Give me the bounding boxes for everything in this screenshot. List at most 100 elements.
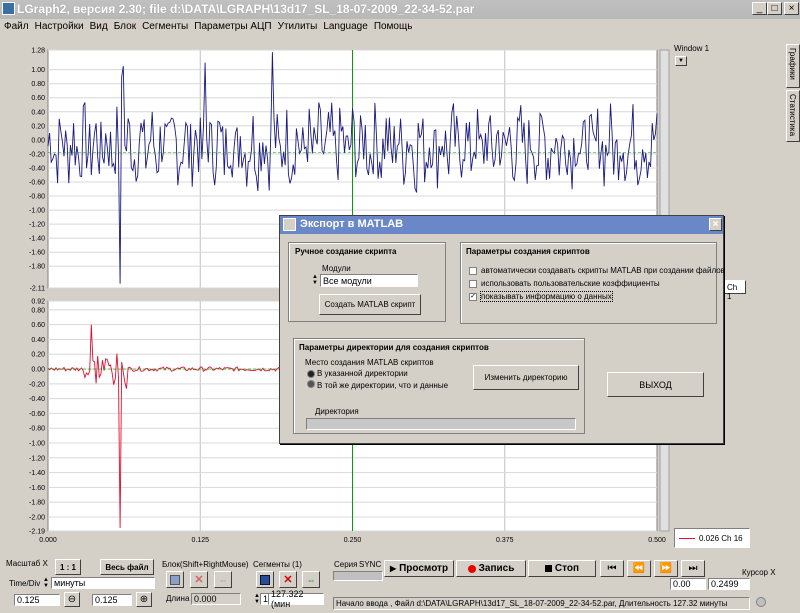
channel-1-label[interactable]: Ch 1 — [724, 280, 746, 301]
y-tick-label-0: -1.00 — [29, 208, 45, 215]
segment-save-button[interactable] — [256, 571, 274, 588]
ratio-button[interactable]: 1 : 1 — [55, 559, 81, 575]
menu-item-1[interactable]: Настройки — [35, 21, 84, 32]
modules-field[interactable]: Все модули — [320, 274, 418, 287]
modules-label: Модули — [322, 264, 351, 273]
exit-button[interactable]: ВЫХОД — [607, 372, 704, 397]
user-coeffs-label: использовать пользовательские коэффициен… — [481, 279, 660, 288]
menu-item-7[interactable]: Language — [323, 21, 368, 32]
zoom-in-icon: ⊕ — [139, 594, 149, 605]
dialog-title-bar: Экспорт в MATLAB × — [280, 216, 723, 234]
tab-graphs-label: Графики — [788, 48, 797, 80]
last-button[interactable]: ⏭ — [681, 560, 705, 577]
change-directory-button[interactable]: Изменить директорию — [473, 365, 579, 390]
cursor-x-label: Курсор X — [742, 568, 776, 577]
window-dropdown-button[interactable]: ▼ — [675, 56, 687, 66]
play-icon: ▶ — [389, 564, 397, 573]
rewind-button[interactable]: ⏪ — [627, 560, 651, 577]
app-icon — [2, 2, 15, 15]
menu-item-2[interactable]: Вид — [90, 21, 108, 32]
params-group-title: Параметры создания скриптов — [466, 247, 590, 256]
length-label: Длина — [166, 594, 190, 603]
y-tick-label-1: 0.00 — [31, 367, 45, 374]
xmin-field[interactable]: 0.125 — [14, 594, 60, 606]
menu-item-3[interactable]: Блок — [114, 21, 136, 32]
record-button-label: Запись — [478, 563, 515, 574]
tab-statistics[interactable]: Статистика — [786, 90, 800, 142]
zoom-out-icon: ⊖ — [67, 594, 77, 605]
channel-1-text: Ch 1 — [727, 283, 738, 301]
radio-specified-dir[interactable] — [307, 370, 315, 378]
fit-icon: ⇔ — [218, 574, 228, 585]
series-slider[interactable] — [333, 571, 383, 581]
menu-item-0[interactable]: Файл — [4, 21, 29, 32]
minimize-button[interactable]: _ — [752, 2, 767, 15]
cursor-right-field[interactable]: 0.2499 — [708, 578, 750, 590]
y-tick-label-1: -1.20 — [29, 455, 45, 462]
timediv-spinner[interactable]: ▲ ▼ — [43, 577, 51, 589]
maximize-button[interactable]: □ — [767, 2, 782, 15]
record-button[interactable]: Запись — [456, 560, 526, 577]
modules-spinner[interactable]: ▲ ▼ — [312, 274, 320, 286]
cursor-left-field[interactable]: 0.00 — [670, 578, 706, 590]
stop-button[interactable]: Стоп — [528, 560, 596, 577]
y-tick-label-1: -1.60 — [29, 485, 45, 492]
show-info-checkbox[interactable]: ✓ — [469, 293, 477, 301]
zoom-out-button[interactable]: ⊖ — [64, 592, 80, 607]
y-tick-label-1: -2.19 — [29, 529, 45, 536]
xmax-field[interactable]: 0.125 — [92, 594, 132, 606]
y-tick-label-1: -0.20 — [29, 381, 45, 388]
segment-save-icon — [260, 574, 270, 585]
auto-create-checkbox[interactable] — [469, 267, 477, 275]
export-matlab-dialog: Экспорт в MATLAB × Ручное создание скрип… — [279, 215, 725, 444]
block-delete-button[interactable]: ✕ — [190, 571, 208, 588]
x-tick-label: 0.500 — [648, 537, 666, 544]
y-tick-label-0: 0.00 — [31, 137, 45, 144]
directory-label: Директория — [315, 407, 359, 416]
x-tick-label: 0.375 — [496, 537, 514, 544]
menu-item-5[interactable]: Параметры АЦП — [194, 21, 271, 32]
stop-button-label: Стоп — [554, 563, 580, 574]
create-matlab-script-button[interactable]: Создать MATLAB скрипт — [319, 294, 421, 315]
rewind-icon: ⏪ — [632, 563, 646, 574]
menu-item-6[interactable]: Утилиты — [278, 21, 318, 32]
y-tick-label-0: -0.80 — [29, 194, 45, 201]
window-label: Window 1 — [674, 44, 710, 53]
tab-statistics-label: Статистика — [788, 94, 797, 137]
radio-same-dir[interactable] — [307, 380, 315, 388]
y-tick-label-1: 0.20 — [31, 352, 45, 359]
y-tick-label-0: -1.60 — [29, 250, 45, 257]
dialog-icon — [283, 218, 296, 231]
segment-delete-button[interactable]: ✕ — [279, 571, 297, 588]
tab-graphs[interactable]: Графики — [786, 44, 800, 88]
view-button-label: Просмотр — [399, 563, 449, 574]
segment-fit-button[interactable]: ⇔ — [302, 571, 320, 588]
first-button[interactable]: ⏮ — [600, 560, 624, 577]
menu-item-8[interactable]: Помощь — [374, 21, 413, 32]
block-fit-button[interactable]: ⇔ — [214, 571, 232, 588]
segment-duration-field[interactable]: 127.322 (мин — [268, 589, 324, 609]
forward-icon: ⏩ — [659, 563, 673, 574]
y-tick-label-1: -1.00 — [29, 440, 45, 447]
place-label: Место создания MATLAB скриптов — [305, 358, 434, 367]
directory-field[interactable] — [306, 418, 576, 430]
user-coeffs-checkbox[interactable] — [469, 280, 477, 288]
scale-x-label: Масштаб X — [6, 559, 48, 568]
dialog-close-button[interactable]: × — [709, 218, 722, 231]
length-field[interactable]: 0.000 — [191, 593, 241, 605]
block-save-button[interactable] — [166, 571, 184, 588]
forward-button[interactable]: ⏩ — [654, 560, 678, 577]
zoom-in-button[interactable]: ⊕ — [136, 592, 152, 607]
save-icon — [170, 574, 180, 585]
y-tick-label-0: 0.20 — [31, 123, 45, 130]
legend-line — [679, 538, 695, 539]
legend-text: 0.026 Ch 16 — [699, 534, 743, 543]
menu-item-4[interactable]: Сегменты — [142, 21, 188, 32]
full-file-button[interactable]: Весь файл — [100, 559, 154, 575]
view-button[interactable]: ▶ Просмотр — [384, 560, 454, 577]
status-indicator-icon — [756, 597, 766, 607]
timediv-units-field[interactable]: минуты — [51, 577, 155, 589]
close-button[interactable]: × — [784, 2, 799, 15]
y-tick-label-0: 0.80 — [31, 81, 45, 88]
x-tick-label: 0.000 — [39, 537, 57, 544]
